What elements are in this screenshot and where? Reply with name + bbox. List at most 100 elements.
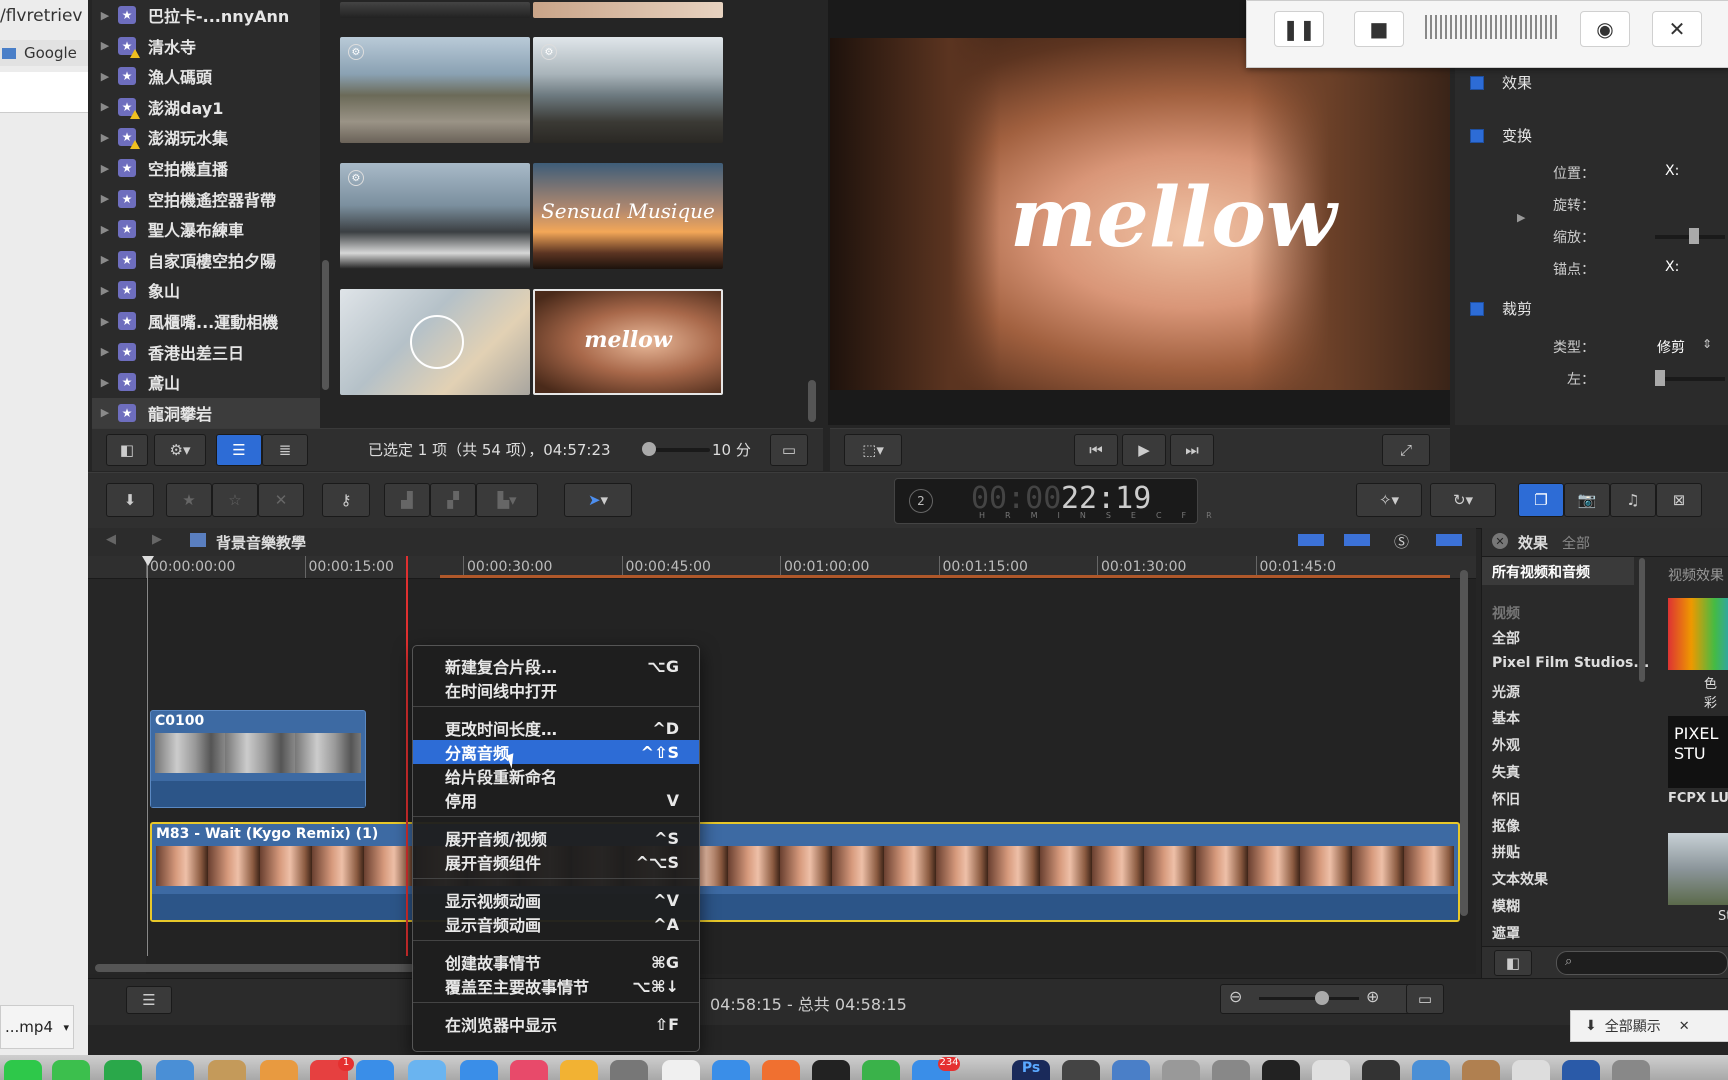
context-menu-item[interactable]: 新建复合片段… ⌥G <box>413 654 699 678</box>
crop-type-select[interactable]: 修剪 <box>1657 337 1685 357</box>
quicktime-app-icon[interactable] <box>1312 1060 1350 1080</box>
documents-stack-icon[interactable] <box>1512 1060 1550 1080</box>
preview-app-icon[interactable] <box>662 1060 700 1080</box>
mail-app-icon[interactable] <box>408 1060 446 1080</box>
context-menu-item[interactable]: 显示音频动画 ^A <box>413 912 699 936</box>
context-menu-item[interactable]: 覆盖至主要故事情节 ⌥⌘↓ <box>413 974 699 998</box>
disclosure-triangle-icon[interactable]: ▶ <box>92 100 118 113</box>
timeline-hscroll[interactable] <box>95 964 415 972</box>
transitions-browser-icon[interactable]: ⊠ <box>1656 483 1702 517</box>
disclosure-triangle-icon[interactable]: ▶ <box>92 162 118 175</box>
photo-browser-icon[interactable]: 📷 <box>1564 483 1610 517</box>
insert-clip-icon[interactable]: ▞ <box>430 483 476 517</box>
context-menu-item[interactable]: 给片段重新命名 <box>413 764 699 788</box>
effect-thumb-color[interactable] <box>1668 598 1728 670</box>
webcam-icon[interactable]: ◉ <box>1580 11 1630 47</box>
close-icon[interactable]: ✕ <box>1652 11 1702 47</box>
disclosure-triangle-icon[interactable]: ▶ <box>92 39 118 52</box>
context-menu-item[interactable]: 停用 V <box>413 788 699 812</box>
disclosure-triangle-icon[interactable]: ▶ <box>92 284 118 297</box>
library-event-item[interactable]: ▶ ★ 自家頂樓空拍夕陽 <box>92 245 320 275</box>
settings-app-icon[interactable] <box>610 1060 648 1080</box>
library-event-item[interactable]: ▶ ★ 風櫃嘴...運動相機 <box>92 306 320 336</box>
library-event-item[interactable]: ▶ ★ 空拍機遙控器背帶 <box>92 184 320 214</box>
snapping-icon[interactable] <box>1344 534 1370 546</box>
inspector-crop-header[interactable]: 裁剪 <box>1470 298 1532 319</box>
library-scrollbar[interactable] <box>322 260 329 390</box>
music-app-icon[interactable] <box>510 1060 548 1080</box>
thumb-mellow-selected[interactable]: mellow <box>533 289 723 395</box>
playhead[interactable] <box>406 556 408 956</box>
thumb-sensual-musique[interactable]: Sensual Musique <box>533 163 723 269</box>
effects-category-item[interactable]: Pixel Film Studios... <box>1492 655 1649 671</box>
forward-arrow-icon[interactable]: ▶ <box>152 532 162 547</box>
library-event-item[interactable]: ▶ ★ 聖人瀑布練車 <box>92 214 320 244</box>
select-tool-icon[interactable]: ➤ ▾ <box>564 483 632 517</box>
checkbox-icon[interactable] <box>1470 75 1484 90</box>
photo-app-icon[interactable] <box>560 1060 598 1080</box>
disclosure-triangle-icon[interactable]: ▶ <box>92 223 118 236</box>
effects-browser-icon[interactable]: ❐ <box>1518 483 1564 517</box>
facetime-app-icon[interactable] <box>104 1060 142 1080</box>
effects-category-selected[interactable]: 所有视频和音频 <box>1482 557 1634 585</box>
skip-back-icon[interactable]: ⏮ <box>1074 434 1118 466</box>
thumb-pier-man[interactable]: ⚙ <box>533 37 723 143</box>
pause-icon[interactable]: ❚❚ <box>1274 11 1324 47</box>
download-show-all[interactable]: ⬇ 全部顯示 ✕ <box>1570 1010 1728 1042</box>
browser-url-fragment[interactable]: /flvretriev <box>0 6 88 28</box>
zoom-out-icon[interactable]: ⊖ <box>1229 987 1242 1006</box>
disclosure-triangle-icon[interactable]: ▶ <box>1517 211 1525 224</box>
photoshop-app-icon[interactable]: Ps <box>1012 1060 1050 1080</box>
camera-app-icon[interactable] <box>1262 1060 1300 1080</box>
sidebar-toggle-icon[interactable]: ◧ <box>106 434 148 466</box>
context-menu-item[interactable]: 展开音频组件 ^⌥S <box>413 850 699 874</box>
sidebar-toggle-icon[interactable]: ◧ <box>1494 950 1532 976</box>
skip-forward-icon[interactable]: ⏭ <box>1170 434 1214 466</box>
messages-app-icon[interactable] <box>4 1060 42 1080</box>
effects-category-item[interactable]: 抠像 <box>1492 816 1520 836</box>
pencil-app-icon[interactable] <box>260 1060 298 1080</box>
effects-category-item[interactable]: 遮罩 <box>1492 923 1520 943</box>
crop-menu-icon[interactable]: ⬚▾ <box>844 434 902 466</box>
library-event-item[interactable]: ▶ ★ 巴拉卡-...nnyAnn <box>92 0 320 30</box>
clip-appearance-icon[interactable]: ▭ <box>770 434 808 466</box>
terminal-app-icon[interactable] <box>1362 1060 1400 1080</box>
append-clip-icon[interactable]: ▙▾ <box>476 483 538 517</box>
downloads-stack-icon[interactable] <box>1462 1060 1500 1080</box>
close-icon[interactable]: ✕ <box>1679 1019 1690 1034</box>
thumb-hikers-rocks[interactable]: ⚙ <box>340 37 530 143</box>
stepper-icon[interactable]: ⇕ <box>1702 337 1712 351</box>
disclosure-triangle-icon[interactable]: ▶ <box>92 253 118 266</box>
context-menu-item[interactable]: 更改时间长度… ^D <box>413 716 699 740</box>
effect-thumb-landscape[interactable] <box>1668 833 1728 905</box>
clip-m83-wait[interactable]: M83 - Wait (Kygo Remix) (1) <box>150 822 1460 922</box>
final-cut-app-icon[interactable] <box>1062 1060 1100 1080</box>
utility-app-icon[interactable] <box>1212 1060 1250 1080</box>
favorite-icon[interactable]: ★ <box>166 483 212 517</box>
solo-icon[interactable]: Ⓢ <box>1394 531 1409 552</box>
enhance-icon[interactable]: ✧▾ <box>1356 483 1422 517</box>
timeline-zoom-slider[interactable] <box>1259 991 1359 1005</box>
retime-icon[interactable]: ↻▾ <box>1430 483 1496 517</box>
thumbs-scrollbar[interactable] <box>808 380 816 422</box>
disclosure-triangle-icon[interactable]: ▶ <box>92 376 118 389</box>
zoom-in-icon[interactable]: ⊕ <box>1366 987 1379 1006</box>
thumb-top-1[interactable] <box>340 2 530 18</box>
timeline-vscroll[interactable] <box>1460 570 1468 916</box>
checkbox-icon[interactable] <box>1470 301 1484 316</box>
effects-search-input[interactable]: ⌕ <box>1556 951 1728 975</box>
wechat-app-icon[interactable] <box>52 1060 90 1080</box>
effects-category-item[interactable]: 模糊 <box>1492 896 1520 916</box>
download-item[interactable]: ...mp4 ▾ <box>0 1005 74 1049</box>
audio-skimming-icon[interactable] <box>1298 534 1324 546</box>
keyword-icon[interactable]: ⚷ <box>322 483 370 517</box>
disclosure-triangle-icon[interactable]: ▶ <box>92 345 118 358</box>
effects-scrollbar[interactable] <box>1639 558 1645 682</box>
disclosure-triangle-icon[interactable]: ▶ <box>92 131 118 144</box>
checkbox-icon[interactable] <box>1470 128 1484 143</box>
back-arrow-icon[interactable]: ◀ <box>106 532 116 547</box>
notes-app-icon[interactable] <box>208 1060 246 1080</box>
chevron-down-icon[interactable]: ▾ <box>63 1021 69 1034</box>
effects-tab-all[interactable]: 全部 <box>1562 533 1590 553</box>
library-event-item[interactable]: ▶ ★ 龍洞攀岩 <box>92 397 320 428</box>
